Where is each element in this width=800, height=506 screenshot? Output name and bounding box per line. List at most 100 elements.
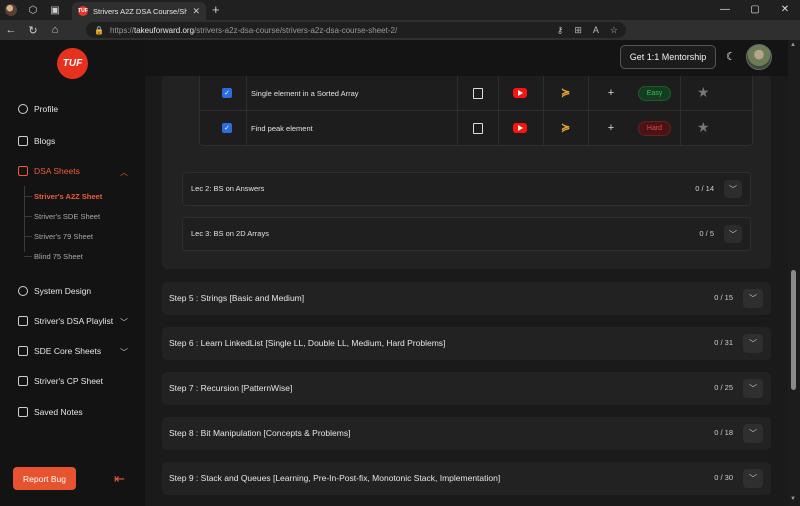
lecture-row[interactable]: Lec 3: BS on 2D Arrays 0 / 5 ﹀: [182, 217, 751, 251]
maximize-icon[interactable]: ▢: [740, 0, 770, 20]
report-bug-button[interactable]: Report Bug: [13, 467, 76, 490]
youtube-icon[interactable]: [513, 88, 527, 98]
chevron-down-icon[interactable]: ﹀: [120, 347, 128, 358]
chevron-down-icon[interactable]: ﹀: [724, 225, 742, 243]
star-icon[interactable]: ★: [697, 119, 710, 136]
avatar[interactable]: [746, 44, 772, 70]
step-row[interactable]: Step 8 : Bit Manipulation [Concepts & Pr…: [162, 417, 771, 450]
submenu-tick: [24, 256, 32, 257]
youtube-icon[interactable]: [513, 123, 527, 133]
submenu-tick: [24, 196, 32, 197]
sub-item-79-sheet[interactable]: Striver's 79 Sheet: [34, 232, 93, 241]
chevron-down-icon[interactable]: ﹀: [743, 334, 763, 353]
step-row[interactable]: Step 9 : Stack and Queues [Learning, Pre…: [162, 462, 771, 495]
sub-item-blind-75[interactable]: Blind 75 Sheet: [34, 252, 83, 261]
difficulty-badge: Easy: [638, 86, 671, 101]
lecture-count: 0 / 5: [699, 229, 714, 238]
step-count: 0 / 25: [714, 383, 733, 392]
new-tab-icon[interactable]: +: [212, 2, 220, 17]
problem-name[interactable]: Find peak element: [251, 124, 313, 133]
gear-icon: [18, 286, 28, 296]
sidebar-item-cp-sheet[interactable]: Striver's CP Sheet: [18, 376, 103, 386]
table-row: ✓ Single element in a Sorted Array ≽ + E…: [200, 76, 754, 111]
chevron-down-icon[interactable]: ﹀: [743, 424, 763, 443]
chevron-down-icon[interactable]: ﹀: [743, 379, 763, 398]
chevron-down-icon[interactable]: ﹀: [120, 317, 128, 328]
submenu-tick: [24, 236, 32, 237]
back-icon[interactable]: ←: [0, 24, 22, 36]
status-checkbox[interactable]: ✓: [222, 88, 232, 98]
step-row[interactable]: Step 5 : Strings [Basic and Medium] 0 / …: [162, 282, 771, 315]
tuf-logo[interactable]: TUF: [57, 48, 88, 79]
scroll-up-icon[interactable]: ▲: [790, 42, 796, 48]
sidebar-item-saved-notes[interactable]: Saved Notes: [18, 407, 83, 417]
article-icon[interactable]: [473, 88, 483, 99]
chevron-up-icon[interactable]: ︿: [120, 167, 128, 178]
step-count: 0 / 31: [714, 338, 733, 347]
sidebar-item-profile[interactable]: Profile: [18, 104, 58, 114]
tab-active[interactable]: TUF Strivers A2Z DSA Course/Sheet - ✕: [72, 2, 206, 20]
address-bar-row: ← ↻ ⌂ 🔒 https://takeuforward.org/striver…: [0, 20, 800, 56]
star-icon[interactable]: ★: [697, 84, 710, 101]
key-icon[interactable]: ⚷: [557, 25, 564, 36]
sidebar-item-system-design[interactable]: System Design: [18, 286, 91, 296]
url-input[interactable]: 🔒 https://takeuforward.org/strivers-a2z-…: [86, 22, 626, 38]
practice-icon[interactable]: ≽: [561, 121, 570, 134]
sidebar: TUF Profile Blogs DSA Sheets ︿ Striver's…: [0, 40, 145, 506]
step-label: Step 6 : Learn LinkedList [Single LL, Do…: [169, 338, 446, 348]
moon-icon[interactable]: ☾: [726, 50, 736, 63]
tuf-favicon-icon: TUF: [78, 6, 88, 16]
add-note-icon[interactable]: +: [604, 86, 618, 100]
practice-icon[interactable]: ≽: [561, 86, 570, 99]
mentorship-button[interactable]: Get 1:1 Mentorship: [620, 45, 716, 69]
step-4-expanded: ✓ Single element in a Sorted Array ≽ + E…: [162, 76, 771, 269]
workspaces-icon[interactable]: ⬡: [22, 0, 44, 20]
step-label: Step 8 : Bit Manipulation [Concepts & Pr…: [169, 428, 351, 438]
favorite-star-icon[interactable]: ☆: [610, 25, 618, 36]
minimize-icon[interactable]: —: [710, 0, 740, 20]
sub-item-a2z-sheet[interactable]: Striver's A2Z Sheet: [34, 192, 102, 201]
lecture-label: Lec 2: BS on Answers: [191, 184, 265, 193]
app-grid-icon[interactable]: ⊞: [574, 25, 582, 36]
step-label: Step 5 : Strings [Basic and Medium]: [169, 293, 305, 303]
add-note-icon[interactable]: +: [604, 121, 618, 135]
problem-table: ✓ Single element in a Sorted Array ≽ + E…: [199, 76, 754, 146]
home-icon[interactable]: ⌂: [44, 24, 66, 36]
main-content: ✓ Single element in a Sorted Array ≽ + E…: [145, 76, 788, 506]
sidebar-item-sde-core[interactable]: SDE Core Sheets: [18, 346, 101, 356]
problem-name[interactable]: Single element in a Sorted Array: [251, 89, 359, 98]
book-icon: [18, 346, 28, 356]
refresh-icon[interactable]: ↻: [22, 24, 44, 37]
step-label: Step 9 : Stack and Queues [Learning, Pre…: [169, 473, 501, 483]
chevron-down-icon[interactable]: ﹀: [743, 289, 763, 308]
chevron-down-icon[interactable]: ﹀: [743, 469, 763, 488]
submenu-tick: [24, 216, 32, 217]
article-icon[interactable]: [473, 123, 483, 134]
tab-actions-icon[interactable]: ▣: [44, 0, 66, 20]
sidebar-item-dsa-playlist[interactable]: Striver's DSA Playlist: [18, 316, 113, 326]
profile-icon: [18, 104, 28, 114]
sub-item-sde-sheet[interactable]: Striver's SDE Sheet: [34, 212, 100, 221]
playlist-icon: [18, 316, 28, 326]
collapse-sidebar-icon[interactable]: ⇤: [114, 471, 125, 487]
tab-title: Strivers A2Z DSA Course/Sheet -: [93, 6, 188, 16]
status-checkbox[interactable]: ✓: [222, 123, 232, 133]
close-icon[interactable]: ✕: [192, 6, 200, 17]
difficulty-badge: Hard: [638, 121, 671, 136]
step-row[interactable]: Step 7 : Recursion [PatternWise] 0 / 25 …: [162, 372, 771, 405]
window-close-icon[interactable]: ✕: [770, 0, 800, 20]
scrollbar[interactable]: ▲ ▼: [788, 40, 800, 506]
lecture-row[interactable]: Lec 2: BS on Answers 0 / 14 ﹀: [182, 172, 751, 206]
profile-avatar-icon[interactable]: [0, 0, 22, 20]
scroll-thumb[interactable]: [791, 270, 796, 390]
sidebar-item-blogs[interactable]: Blogs: [18, 136, 55, 146]
chevron-down-icon[interactable]: ﹀: [724, 180, 742, 198]
scroll-down-icon[interactable]: ▼: [790, 496, 796, 502]
step-row[interactable]: Step 6 : Learn LinkedList [Single LL, Do…: [162, 327, 771, 360]
url-text: https://takeuforward.org/strivers-a2z-ds…: [109, 25, 398, 35]
table-row: ✓ Find peak element ≽ + Hard ★: [200, 111, 754, 146]
cp-icon: [18, 376, 28, 386]
page-header: Get 1:1 Mentorship ☾: [145, 40, 788, 76]
read-aloud-icon[interactable]: A: [593, 25, 599, 36]
sidebar-item-dsa-sheets[interactable]: DSA Sheets: [18, 166, 80, 176]
